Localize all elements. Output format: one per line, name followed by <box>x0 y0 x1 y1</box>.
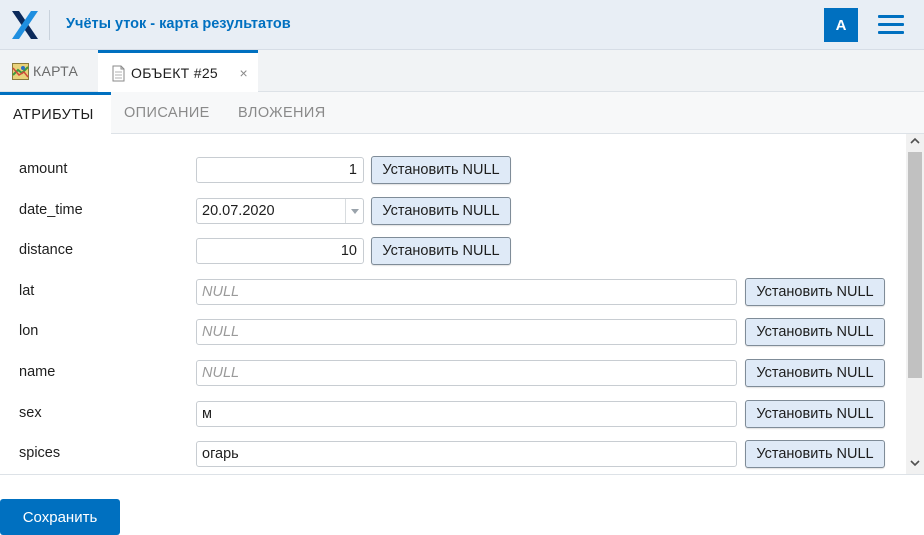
date-time-input[interactable]: 20.07.2020 <box>196 198 364 224</box>
attribute-label: lat <box>19 283 35 299</box>
sex-input[interactable]: м <box>196 401 737 427</box>
attribute-label: lon <box>19 323 39 339</box>
header-divider <box>49 10 50 40</box>
attribute-label: sex <box>19 405 42 421</box>
attribute-label: distance <box>19 242 74 258</box>
scrollbar-thumb[interactable] <box>908 152 922 378</box>
attribute-row-lat: lat NULL Установить NULL <box>0 277 906 307</box>
attribute-row-sex: sex м Установить NULL <box>0 399 906 429</box>
set-null-button[interactable]: Установить NULL <box>745 318 885 346</box>
document-icon <box>112 65 125 81</box>
app-title: Учёты уток - карта результатов <box>66 16 291 32</box>
attribute-label: name <box>19 364 56 380</box>
scroll-down-icon[interactable] <box>910 459 920 467</box>
attribute-row-lon: lon NULL Установить NULL <box>0 317 906 347</box>
tab-object[interactable]: ОБЪЕКТ #25 × <box>98 50 258 93</box>
set-null-button[interactable]: Установить NULL <box>745 440 885 468</box>
set-null-button[interactable]: Установить NULL <box>371 156 511 184</box>
attribute-row-name: name NULL Установить NULL <box>0 358 906 388</box>
dropdown-arrow-icon[interactable] <box>345 199 363 223</box>
tab-object-label: ОБЪЕКТ #25 <box>131 65 218 81</box>
tab-attributes[interactable]: АТРИБУТЫ <box>0 92 111 135</box>
attributes-panel: amount 1 Установить NULL date_time 20.07… <box>0 134 906 474</box>
amount-input[interactable]: 1 <box>196 157 364 183</box>
set-null-button[interactable]: Установить NULL <box>745 400 885 428</box>
distance-input[interactable]: 10 <box>196 238 364 264</box>
close-icon[interactable]: × <box>240 65 248 81</box>
set-null-button[interactable]: Установить NULL <box>371 237 511 265</box>
attribute-row-distance: distance 10 Установить NULL <box>0 236 906 266</box>
attribute-label: date_time <box>19 202 83 218</box>
save-button[interactable]: Сохранить <box>0 499 120 535</box>
x-logo-icon[interactable] <box>12 11 38 39</box>
document-tabs: КАРТА ОБЪЕКТ #25 × <box>0 50 924 93</box>
lat-input[interactable]: NULL <box>196 279 737 305</box>
attribute-row-amount: amount 1 Установить NULL <box>0 155 906 185</box>
vertical-scrollbar[interactable] <box>906 134 924 474</box>
lon-input[interactable]: NULL <box>196 319 737 345</box>
user-avatar[interactable]: A <box>824 8 858 42</box>
attribute-label: spices <box>19 445 61 461</box>
sub-tabs: АТРИБУТЫ ОПИСАНИЕ ВЛОЖЕНИЯ <box>0 92 924 135</box>
map-icon <box>12 62 29 80</box>
set-null-button[interactable]: Установить NULL <box>745 278 885 306</box>
tab-description[interactable]: ОПИСАНИЕ <box>124 92 210 134</box>
set-null-button[interactable]: Установить NULL <box>745 359 885 387</box>
attribute-row-date-time: date_time 20.07.2020 Установить NULL <box>0 196 906 226</box>
tab-attachments[interactable]: ВЛОЖЕНИЯ <box>238 92 326 134</box>
footer-divider <box>0 474 924 475</box>
spices-input[interactable]: огарь <box>196 441 737 467</box>
app-header: Учёты уток - карта результатов A <box>0 0 924 50</box>
scroll-up-icon[interactable] <box>910 137 920 145</box>
name-input[interactable]: NULL <box>196 360 737 386</box>
tab-map-label: КАРТА <box>33 63 79 79</box>
attribute-label: amount <box>19 161 68 177</box>
tab-map[interactable]: КАРТА <box>0 50 98 92</box>
hamburger-menu-icon[interactable] <box>878 15 904 35</box>
set-null-button[interactable]: Установить NULL <box>371 197 511 225</box>
attribute-row-spices: spices огарь Установить NULL <box>0 439 906 469</box>
